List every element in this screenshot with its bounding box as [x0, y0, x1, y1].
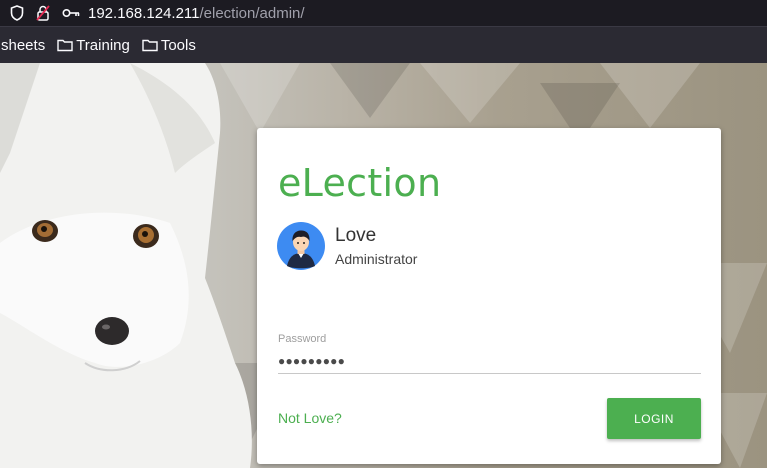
shield-icon[interactable] — [10, 0, 24, 26]
password-value: ●●●●●●●●● — [278, 354, 346, 368]
not-user-link[interactable]: Not Love? — [278, 410, 342, 426]
url-path: /election/admin/ — [199, 4, 305, 22]
user-avatar-icon — [277, 222, 325, 270]
password-label-wrap: Password — [278, 329, 326, 347]
password-label: Password — [278, 333, 327, 345]
brand-title: eLection — [278, 161, 442, 205]
lock-strikethrough-icon[interactable] — [36, 0, 50, 26]
bookmark-folder-training[interactable]: Training — [57, 37, 130, 54]
folder-icon — [142, 39, 158, 52]
user-role: Administrator — [335, 251, 418, 267]
bookmarks-toolbar: sheets Training Tools — [0, 26, 767, 63]
bookmark-label: sheets — [1, 36, 46, 54]
login-button[interactable]: LOGIN — [607, 398, 701, 439]
folder-icon — [57, 39, 73, 52]
url-text[interactable]: 192.168.124.211/election/admin/ — [88, 5, 305, 22]
url-bar[interactable]: 192.168.124.211/election/admin/ — [0, 0, 767, 26]
bookmark-label: Training — [76, 36, 130, 54]
bookmark-sheets[interactable]: sheets — [1, 37, 45, 54]
url-host: 192.168.124.211 — [88, 4, 200, 22]
key-icon[interactable] — [62, 0, 80, 26]
bookmark-label: Tools — [160, 36, 196, 54]
bookmark-folder-tools[interactable]: Tools — [142, 37, 196, 54]
login-page: eLection Love Administrator Password ●●●… — [0, 63, 767, 468]
login-card: eLection Love Administrator Password ●●●… — [257, 128, 721, 464]
user-name: Love — [335, 225, 377, 246]
